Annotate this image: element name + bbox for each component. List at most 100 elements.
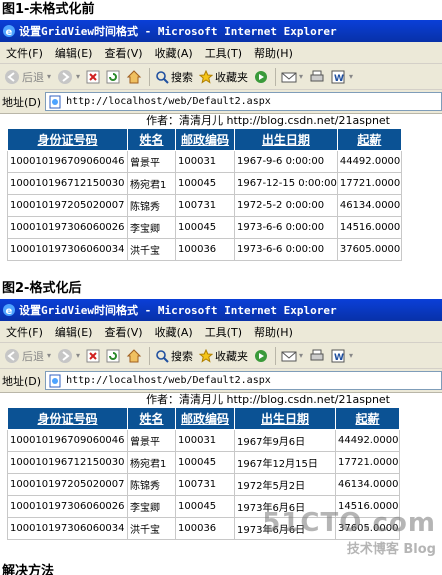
stop-icon [86,349,100,362]
cell-birth: 1973-6-6 0:00:00 [234,238,338,261]
edit-word-button[interactable]: W ▾ [329,66,355,88]
menu-tools[interactable]: 工具(T) [199,324,248,340]
address-bar: 地址(D) http://localhost/web/Default2.aspx [0,369,442,393]
menu-edit[interactable]: 编辑(E) [49,45,99,61]
header-birth[interactable]: 出生日期 [234,407,336,430]
chevron-down-icon[interactable]: ▾ [47,72,51,81]
header-id[interactable]: 身份证号码 [7,128,128,151]
window-title: 设置GridView时间格式 - Microsoft Internet Expl… [19,25,337,38]
gridview-table: 身份证号码 姓名 邮政编码 出生日期 起薪 100010196709060046… [7,407,400,540]
cell-id: 100010197306060026 [7,495,128,518]
menu-help[interactable]: 帮助(H) [248,324,299,340]
media-button[interactable] [252,345,270,367]
ie-icon: e [3,304,15,317]
figure-2-heading: 图2-格式化后 [2,281,82,296]
footer-heading: 解决方法 [2,564,55,575]
mail-button[interactable]: ▾ [279,66,305,88]
header-salary[interactable]: 起薪 [335,407,400,430]
header-birth[interactable]: 出生日期 [234,128,338,151]
back-button[interactable]: 后退 ▾ [2,66,53,88]
print-button[interactable] [307,345,327,367]
address-input[interactable]: http://localhost/web/Default2.aspx [45,92,442,111]
cell-salary: 17721.0000 [335,451,400,474]
header-salary[interactable]: 起薪 [336,128,402,151]
cell-id: 100010197306060026 [7,216,128,239]
print-icon [310,70,324,81]
cell-birth: 1972-5-2 0:00:00 [234,194,338,217]
header-name[interactable]: 姓名 [127,128,176,151]
menu-tools[interactable]: 工具(T) [199,45,248,61]
cell-id: 100010196712150030 [7,451,128,474]
cell-zip: 100731 [175,473,235,496]
address-url: http://localhost/web/Default2.aspx [66,96,271,107]
chevron-down-icon[interactable]: ▾ [76,351,80,360]
menu-favorites[interactable]: 收藏(A) [149,45,199,61]
chevron-down-icon[interactable]: ▾ [349,72,353,81]
browser-window-1: e 设置GridView时间格式 - Microsoft Internet Ex… [0,20,442,261]
cell-zip: 100036 [175,238,235,261]
menu-view[interactable]: 查看(V) [98,324,148,340]
menu-view[interactable]: 查看(V) [98,45,148,61]
search-button[interactable]: 搜索 [153,345,195,367]
favorites-button[interactable]: 收藏夹 [197,345,250,367]
media-icon [255,70,268,83]
menu-help[interactable]: 帮助(H) [248,45,299,61]
menu-file[interactable]: 文件(F) [0,324,49,340]
print-button[interactable] [307,66,327,88]
toolbar-separator [275,346,277,365]
home-button[interactable] [124,345,144,367]
table-row: 100010197306060034 洪千宝 100036 1973-6-6 0… [7,238,402,261]
stop-button[interactable] [84,66,102,88]
author-line: 作者：清清月儿 http://blog.csdn.net/21aspnet [146,114,390,127]
refresh-button[interactable] [104,345,122,367]
search-label: 搜索 [171,349,194,363]
cell-birth: 1973年6月6日 [234,517,336,540]
stop-button[interactable] [84,345,102,367]
forward-button[interactable]: ▾ [55,66,82,88]
chevron-down-icon[interactable]: ▾ [76,72,80,81]
forward-button[interactable]: ▾ [55,345,82,367]
back-button[interactable]: 后退 ▾ [2,345,53,367]
cell-id: 100010196709060046 [7,150,128,173]
cell-zip: 100045 [175,216,235,239]
search-button[interactable]: 搜索 [153,66,195,88]
home-icon [126,69,142,83]
header-id[interactable]: 身份证号码 [7,407,128,430]
address-input[interactable]: http://localhost/web/Default2.aspx [45,371,442,390]
menu-file[interactable]: 文件(F) [0,45,49,61]
cell-salary: 37605.0000 [335,517,400,540]
mail-button[interactable]: ▾ [279,345,305,367]
cell-birth: 1972年5月2日 [234,473,336,496]
ie-icon: e [3,25,15,38]
home-button[interactable] [124,66,144,88]
window-title: 设置GridView时间格式 - Microsoft Internet Expl… [19,304,337,317]
header-name[interactable]: 姓名 [127,407,176,430]
cell-birth: 1973-6-6 0:00:00 [234,216,338,239]
edit-word-button[interactable]: W ▾ [329,345,355,367]
header-row: 身份证号码 姓名 邮政编码 出生日期 起薪 [7,407,400,430]
header-zip[interactable]: 邮政编码 [175,407,235,430]
menu-edit[interactable]: 编辑(E) [49,324,99,340]
favorites-button[interactable]: 收藏夹 [197,66,250,88]
star-icon [199,69,214,84]
table-row: 100010196712150030 杨宛君1 100045 1967年12月1… [7,451,400,474]
header-zip[interactable]: 邮政编码 [175,128,235,151]
chevron-down-icon[interactable]: ▾ [349,351,353,360]
cell-birth: 1967年12月15日 [234,451,336,474]
cell-salary: 46134.0000 [335,473,400,496]
table-row: 100010197306060026 李宝卿 100045 1973年6月6日 … [7,495,400,518]
toolbar: 后退 ▾ ▾ 搜索 收藏夹 ▾ W ▾ [0,64,442,90]
refresh-icon [106,349,120,362]
media-button[interactable] [252,66,270,88]
chevron-down-icon[interactable]: ▾ [299,72,303,81]
menu-favorites[interactable]: 收藏(A) [149,324,199,340]
cell-name: 陈锦秀 [127,473,176,496]
cell-name: 杨宛君1 [127,172,176,195]
cell-name: 洪千宝 [127,238,176,261]
menu-bar: 文件(F) 编辑(E) 查看(V) 收藏(A) 工具(T) 帮助(H) [0,42,442,64]
chevron-down-icon[interactable]: ▾ [299,351,303,360]
refresh-button[interactable] [104,66,122,88]
address-bar: 地址(D) http://localhost/web/Default2.aspx [0,90,442,114]
chevron-down-icon[interactable]: ▾ [47,351,51,360]
cell-name: 陈锦秀 [127,194,176,217]
